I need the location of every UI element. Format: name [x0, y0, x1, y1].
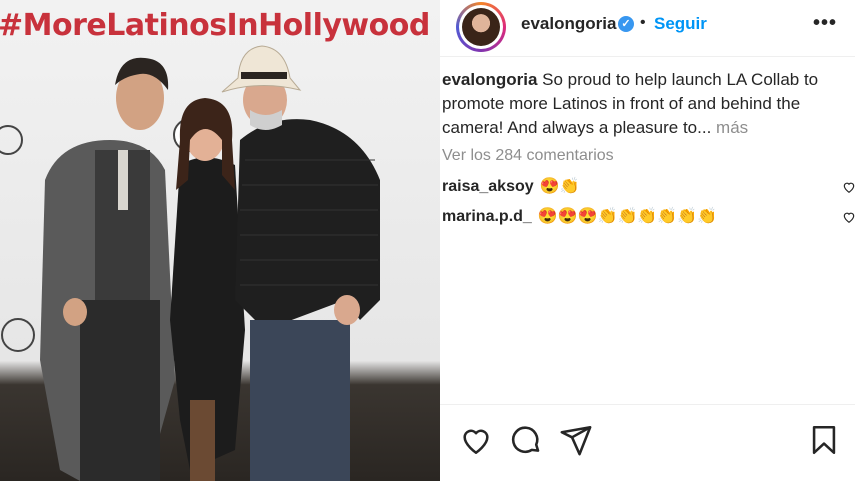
follow-button[interactable]: Seguir: [654, 14, 707, 34]
comment-like-icon[interactable]: [842, 210, 855, 224]
comment-text: 😍😍😍👏👏👏👏👏👏: [537, 208, 718, 225]
header-username[interactable]: evalongoria: [521, 14, 616, 34]
comment-item: marina.p.d_ 😍😍😍👏👏👏👏👏👏: [442, 206, 717, 226]
avatar[interactable]: [456, 2, 506, 52]
comment-item: raisa_aksoy 😍👏: [442, 176, 579, 196]
heart-icon[interactable]: [459, 423, 493, 457]
banner-hashtag: #MoreLatinosInHollywood: [0, 8, 430, 43]
more-options-icon[interactable]: •••: [813, 12, 837, 35]
separator-dot: •: [640, 14, 646, 31]
view-comments-link[interactable]: Ver los 284 comentarios: [442, 147, 614, 165]
caption-username[interactable]: evalongoria: [442, 70, 537, 89]
post-side-panel: evalongoria ✓ • Seguir ••• evalongoria S…: [440, 0, 855, 481]
verified-badge-icon: ✓: [618, 16, 634, 32]
post-header: evalongoria ✓ • Seguir •••: [440, 0, 855, 57]
caption-more-link[interactable]: más: [716, 118, 748, 137]
post-caption: evalongoria So proud to help launch LA C…: [442, 68, 852, 140]
post-photo[interactable]: #MoreLatinosInHollywood: [0, 0, 440, 481]
comment-text: 😍👏: [539, 178, 580, 195]
profile-picture: [462, 8, 500, 46]
post-actions-bar: [440, 404, 855, 482]
comment-icon[interactable]: [509, 423, 543, 457]
comment-username[interactable]: marina.p.d_: [442, 208, 532, 225]
comment-like-icon[interactable]: [842, 180, 855, 194]
bookmark-icon[interactable]: [807, 423, 841, 457]
share-icon[interactable]: [559, 423, 593, 457]
comment-username[interactable]: raisa_aksoy: [442, 178, 534, 195]
